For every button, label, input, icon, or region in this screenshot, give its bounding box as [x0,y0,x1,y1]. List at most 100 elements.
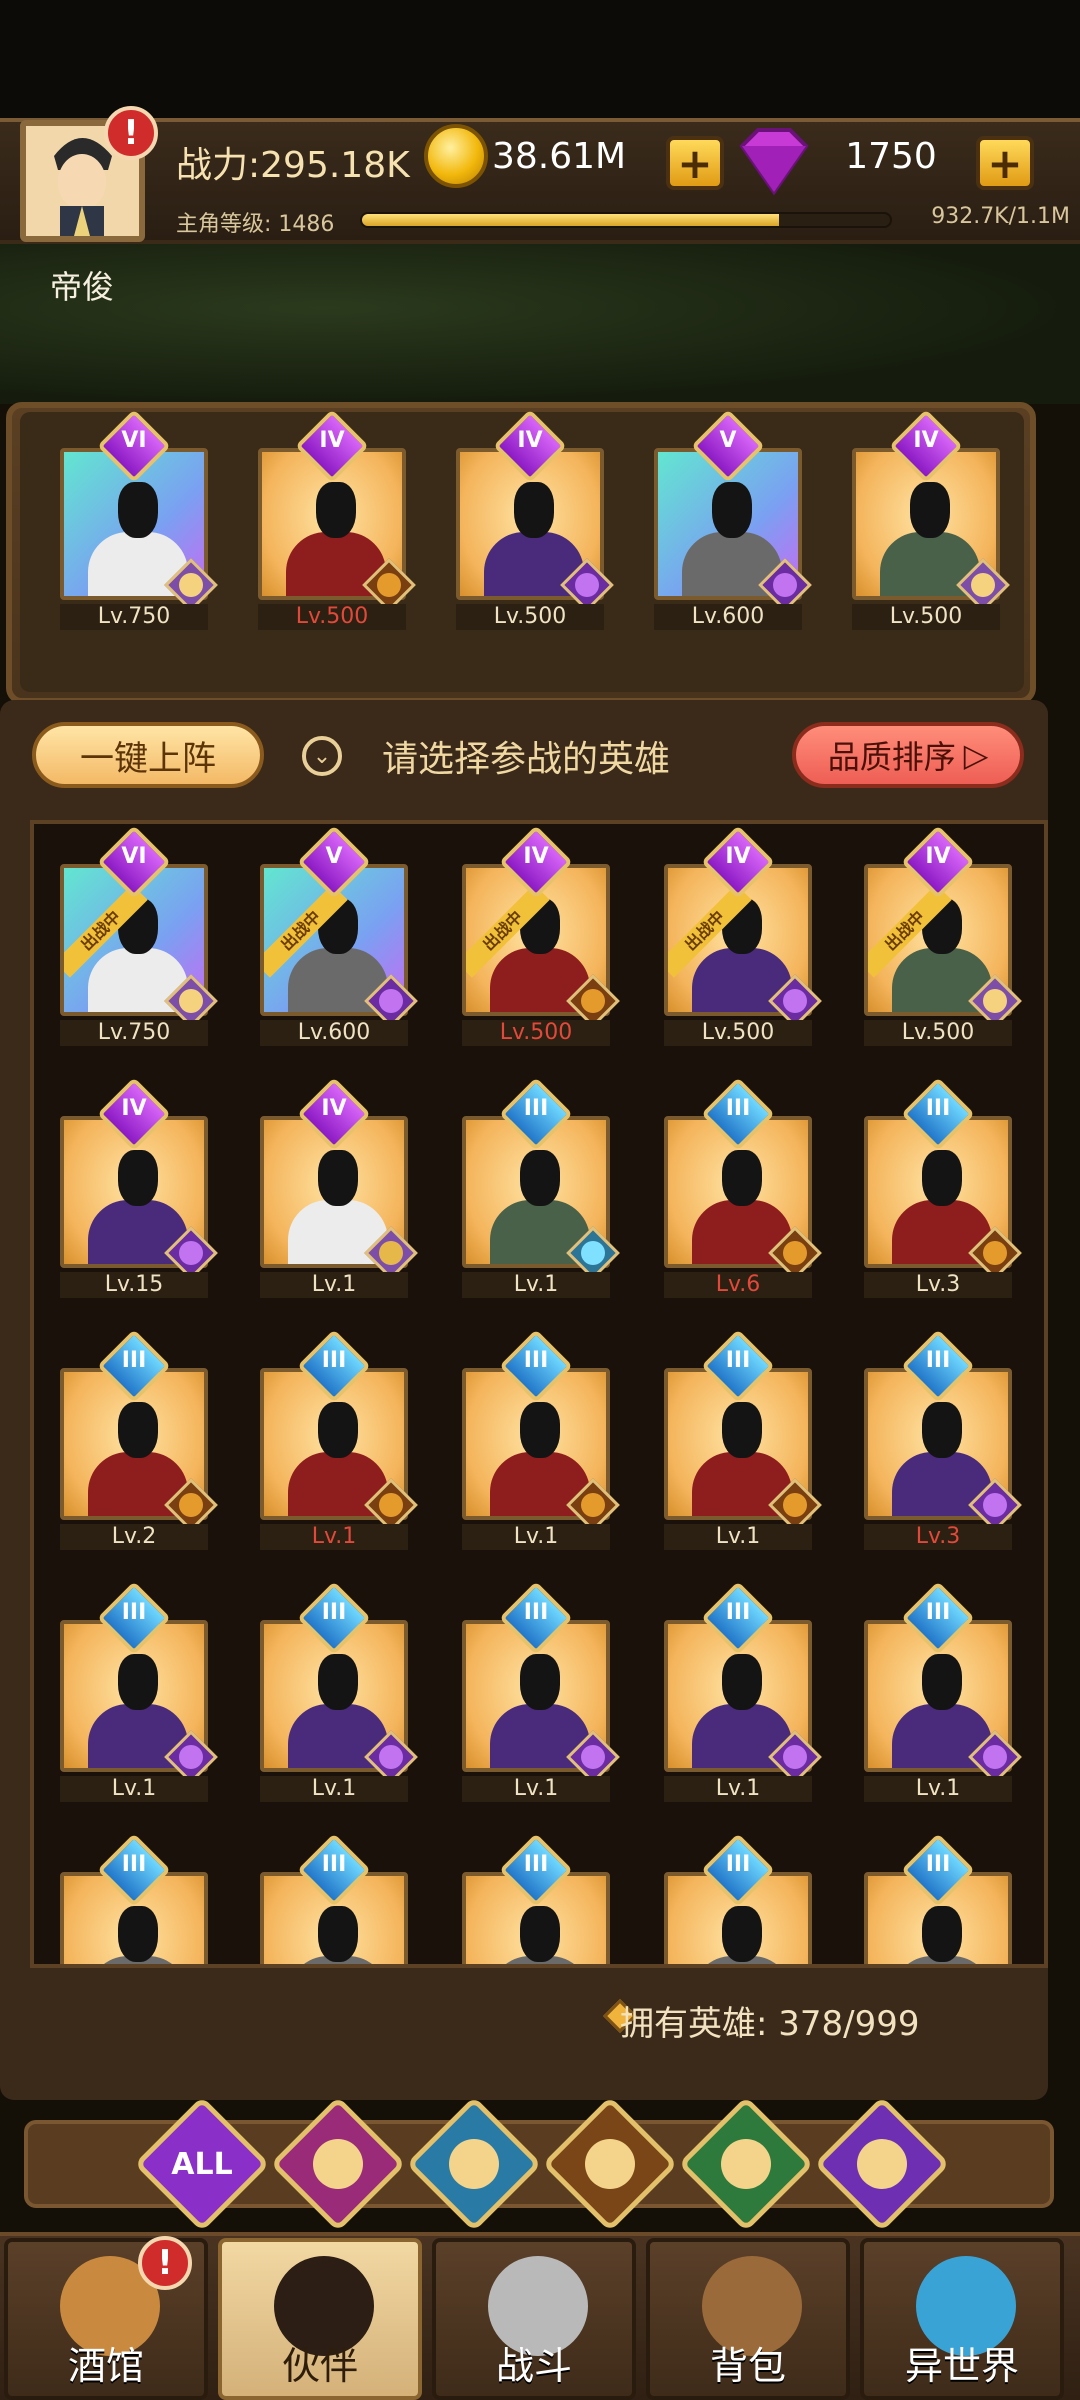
nav-label: 战斗 [495,2344,572,2388]
hero-card[interactable]: III Lv.1 [54,1580,218,1802]
hero-level: Lv.1 [664,1776,812,1802]
rank-numeral: V [325,844,343,869]
rank-emblem-icon: III [701,1832,775,1907]
hero-card[interactable]: III [658,1832,818,1964]
hero-card[interactable]: III [54,1832,214,1964]
filter-lion-button[interactable] [542,2096,678,2232]
hero-level: Lv.500 [664,1020,812,1046]
rank-emblem-icon: VI [97,408,171,483]
rank-emblem-icon: III [297,1328,371,1403]
hero-card[interactable]: III Lv.1 [456,1580,620,1802]
team-slot[interactable]: IV Lv.500 [450,408,614,630]
orc-icon [857,2139,907,2189]
filter-all-button[interactable]: ALL [134,2096,270,2232]
quality-sort-button[interactable]: 品质排序 ▷ [792,722,1024,788]
team-slot[interactable]: VI Lv.750 [54,408,218,630]
hero-card[interactable]: IV Lv.1 [254,1076,418,1298]
hero-card[interactable]: 出战中 VI Lv.750 [54,824,218,1046]
nav-tavern-button[interactable]: 酒馆! [4,2236,208,2400]
xp-text: 932.7K/1.1M [931,204,1070,229]
hero-card[interactable]: III Lv.2 [54,1328,218,1550]
rank-emblem-icon: IV [701,824,775,899]
hero-card[interactable]: III Lv.3 [858,1328,1022,1550]
status-bar-area [0,0,1080,120]
add-gold-button[interactable]: + [666,136,724,190]
hero-level: Lv.3 [864,1272,1012,1298]
rank-numeral: IV [517,428,543,453]
hero-portrait-icon [892,1906,992,1964]
down-arrow-icon: ⌄ [302,736,342,776]
rank-emblem-icon: III [901,1328,975,1403]
rank-numeral: III [523,1600,549,1625]
player-name: 帝俊 [50,268,115,306]
rank-numeral: III [925,1348,951,1373]
filter-crown-button[interactable] [270,2096,406,2232]
hero-level: Lv.600 [654,604,802,630]
hero-level: Lv.1 [864,1776,1012,1802]
one-key-deploy-button[interactable]: 一键上阵 [32,722,264,788]
rank-emblem-icon: IV [97,1076,171,1151]
team-slot[interactable]: V Lv.600 [648,408,812,630]
rank-emblem-icon: IV [499,824,573,899]
rank-emblem-icon: III [901,1832,975,1907]
nav-partner-button[interactable]: 伙伴 [218,2238,422,2400]
nav-bag-button[interactable]: 背包 [646,2238,850,2400]
rank-emblem-icon: III [97,1328,171,1403]
hero-card[interactable]: 出战中 IV Lv.500 [658,824,822,1046]
hero-level: Lv.1 [462,1272,610,1298]
hero-level: Lv.750 [60,604,208,630]
rank-emblem-icon: III [297,1580,371,1655]
filter-cyan-button[interactable] [406,2096,542,2232]
rank-numeral: III [121,1852,147,1877]
hero-portrait-icon [88,1906,188,1964]
rank-emblem-icon: III [97,1580,171,1655]
hero-level: Lv.500 [258,604,406,630]
nav-label: 伙伴 [281,2344,358,2388]
rank-emblem-icon: III [297,1832,371,1907]
hero-level: Lv.1 [60,1776,208,1802]
hero-card[interactable]: III [254,1832,414,1964]
hero-card[interactable]: III Lv.1 [254,1580,418,1802]
select-heroes-prompt: 请选择参战的英雄 [382,739,671,780]
hero-card[interactable]: 出战中 V Lv.600 [254,824,418,1046]
rank-numeral: IV [725,844,751,869]
hero-level: Lv.1 [260,1272,408,1298]
hero-card[interactable]: III [858,1832,1018,1964]
hero-level: Lv.500 [852,604,1000,630]
hero-card[interactable]: 出战中 IV Lv.500 [858,824,1022,1046]
hero-card[interactable]: III [456,1832,616,1964]
hero-card[interactable]: 出战中 IV Lv.500 [456,824,620,1046]
hero-level: Lv.500 [456,604,604,630]
hero-card[interactable]: III Lv.3 [858,1076,1022,1298]
hero-card[interactable]: III Lv.1 [254,1328,418,1550]
add-gems-button[interactable]: + [976,136,1034,190]
rank-numeral: VI [121,844,147,869]
team-slot[interactable]: IV Lv.500 [846,408,1010,630]
rank-emblem-icon: III [701,1580,775,1655]
rank-numeral: V [719,428,737,453]
hero-card[interactable]: III Lv.1 [658,1328,822,1550]
hero-portrait-icon [288,1906,388,1964]
hero-card[interactable]: III Lv.6 [658,1076,822,1298]
rank-emblem-icon: III [701,1328,775,1403]
team-slot[interactable]: IV Lv.500 [252,408,416,630]
elf-icon [721,2139,771,2189]
rank-numeral: III [523,1348,549,1373]
filter-orc-button[interactable] [814,2096,950,2232]
hero-card[interactable]: III Lv.1 [456,1076,620,1298]
hero-card[interactable]: III Lv.1 [658,1580,822,1802]
nav-battle-button[interactable]: 战斗 [432,2238,636,2400]
hero-card[interactable]: IV Lv.15 [54,1076,218,1298]
rank-numeral: III [725,1348,751,1373]
crown-icon [313,2139,363,2189]
nav-otherworld-button[interactable]: 异世界 [860,2238,1064,2400]
hero-card[interactable]: III Lv.1 [858,1580,1022,1802]
rank-numeral: III [321,1852,347,1877]
faction-filter-bar: ALL [24,2096,1054,2232]
hero-level: Lv.3 [864,1524,1012,1550]
avatar-notify-badge: ! [104,106,158,160]
hero-card[interactable]: III Lv.1 [456,1328,620,1550]
sort-label: 品质排序 [827,738,956,776]
filter-elf-button[interactable] [678,2096,814,2232]
owned-heroes-count: 拥有英雄: 378/999 [620,2004,920,2044]
